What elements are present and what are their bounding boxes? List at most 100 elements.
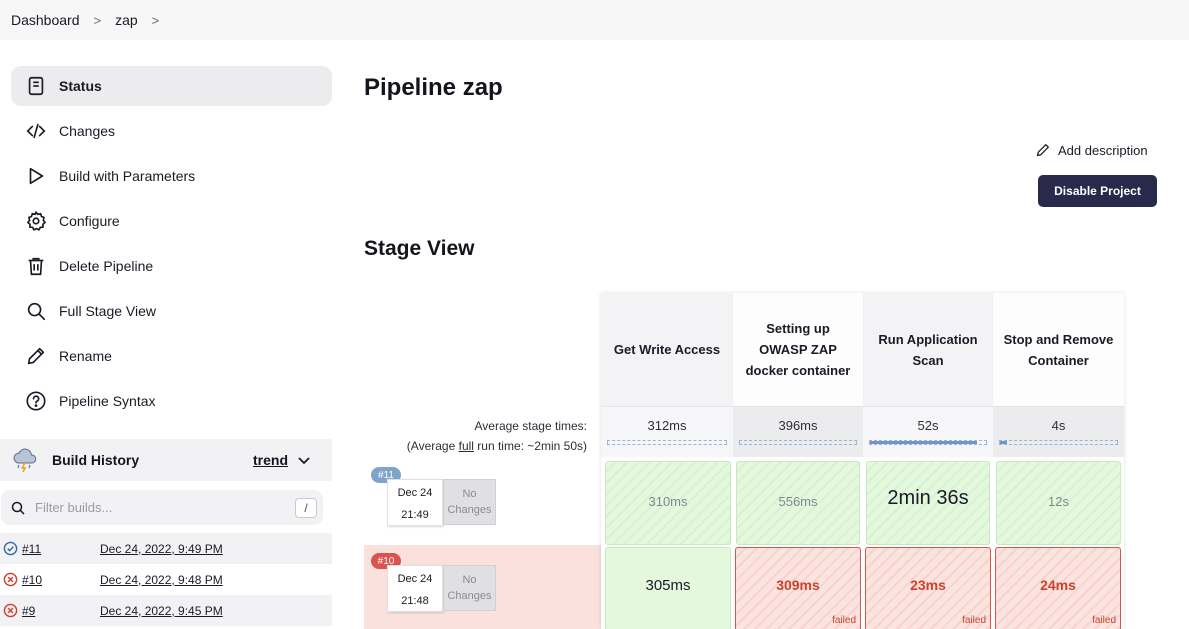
run-date: Dec 24: [397, 573, 433, 585]
help-icon: [24, 389, 48, 413]
failed-x-icon: [3, 572, 18, 587]
run-date-box: Dec 24 21:49: [387, 479, 443, 526]
stage-average-bar-fill: [1000, 441, 1008, 444]
stage-average-bar-fill: [870, 441, 977, 444]
build-row[interactable]: #9 Dec 24, 2022, 9:45 PM: [0, 595, 332, 626]
breadcrumb-dashboard[interactable]: Dashboard: [11, 12, 80, 28]
stage-header: Stop and Remove Container: [993, 293, 1124, 406]
build-date-link[interactable]: Dec 24, 2022, 9:45 PM: [100, 604, 223, 618]
sidebar-item-pipeline-syntax[interactable]: Pipeline Syntax: [11, 381, 332, 421]
sidebar-item-status[interactable]: Status: [11, 66, 332, 106]
run-date-box: Dec 24 21:48: [387, 565, 443, 612]
document-icon: [24, 74, 48, 98]
build-history-title: Build History: [52, 452, 140, 468]
build-number-link[interactable]: #9: [22, 604, 35, 618]
stage-header: Get Write Access: [601, 293, 733, 406]
run-row-info[interactable]: #11 Dec 24 21:49 No Changes: [364, 459, 601, 543]
weather-cloud-icon: [13, 448, 37, 473]
page-title: Pipeline zap: [364, 74, 503, 101]
keyboard-shortcut-hint: /: [295, 498, 317, 518]
stage-average: 52s: [863, 406, 993, 457]
failed-label: failed: [832, 615, 856, 626]
stage-cell[interactable]: 556ms: [736, 461, 860, 545]
stage-average: 396ms: [733, 406, 863, 457]
sidebar-item-delete-pipeline[interactable]: Delete Pipeline: [11, 246, 332, 286]
sidebar-item-label: Pipeline Syntax: [59, 393, 156, 409]
build-number-link[interactable]: #11: [22, 542, 41, 556]
stage-header: Run Application Scan: [863, 293, 993, 406]
stage-cell-time: 12s: [1048, 494, 1069, 509]
stage-cell[interactable]: 310ms: [605, 461, 731, 545]
gear-icon: [24, 209, 48, 233]
stage-cell[interactable]: 2min 36s: [866, 461, 990, 545]
sidebar: Status Changes Build with Parameters Con…: [0, 40, 345, 629]
build-date-link[interactable]: Dec 24, 2022, 9:49 PM: [100, 542, 223, 556]
stage-cell[interactable]: 24ms failed: [995, 547, 1121, 629]
pencil-icon: [24, 344, 48, 368]
pencil-icon: [1036, 144, 1049, 157]
stage-average-time: 312ms: [647, 418, 687, 433]
breadcrumb: Dashboard > zap >: [0, 0, 1189, 40]
stage-cell-time: 23ms: [910, 577, 946, 593]
stage-cell-time: 305ms: [645, 577, 691, 594]
stage-average-time: 4s: [1051, 418, 1066, 433]
sidebar-item-label: Changes: [59, 123, 116, 139]
breadcrumb-zap[interactable]: zap: [115, 12, 138, 28]
stage-average-bar: [607, 440, 727, 445]
failed-x-icon: [3, 603, 18, 618]
stage-average: 4s: [993, 406, 1124, 457]
run-changes[interactable]: No Changes: [443, 565, 496, 611]
add-description-link[interactable]: Add description: [1035, 142, 1148, 158]
failed-label: failed: [1092, 615, 1116, 626]
average-stage-times-text: Average stage times:: [474, 419, 587, 433]
search-icon: [24, 299, 48, 323]
build-history-header: Build History trend: [0, 439, 332, 481]
build-number-link[interactable]: #10: [22, 573, 42, 587]
trend-link[interactable]: trend: [253, 452, 288, 468]
average-run-time-text: (Average full run time: ~2min 50s): [406, 439, 587, 453]
code-icon: [24, 119, 48, 143]
build-row[interactable]: #11 Dec 24, 2022, 9:49 PM: [0, 533, 332, 564]
stage-cell-time: 309ms: [776, 577, 820, 593]
play-icon: [24, 164, 48, 188]
stage-average-time: 52s: [917, 418, 939, 433]
stage-cell[interactable]: 305ms: [605, 547, 731, 629]
failed-label: failed: [962, 615, 986, 626]
sidebar-item-configure[interactable]: Configure: [11, 201, 332, 241]
stage-cell-time: 310ms: [648, 494, 688, 509]
run-row-info[interactable]: #10 Dec 24 21:48 No Changes: [364, 545, 601, 629]
run-date: Dec 24: [397, 487, 433, 499]
sidebar-item-build-with-parameters[interactable]: Build with Parameters: [11, 156, 332, 196]
sidebar-item-changes[interactable]: Changes: [11, 111, 332, 151]
sidebar-item-label: Rename: [59, 348, 112, 364]
sidebar-item-full-stage-view[interactable]: Full Stage View: [11, 291, 332, 331]
stage-average-bar: [739, 440, 857, 445]
stage-cell-time: 2min 36s: [887, 487, 969, 509]
sidebar-item-label: Status: [59, 78, 102, 94]
stage-average-bar: [999, 440, 1118, 445]
chevron-down-icon[interactable]: [297, 453, 311, 467]
stage-cell[interactable]: 23ms failed: [865, 547, 991, 629]
search-icon: [11, 501, 25, 515]
stage-header: Setting up OWASP ZAP docker container: [733, 293, 863, 406]
stage-cell[interactable]: 309ms failed: [735, 547, 861, 629]
stage-average-bar: [869, 440, 987, 445]
stage-average: 312ms: [601, 406, 733, 457]
full-run-link[interactable]: full: [459, 439, 474, 453]
stage-cell-time: 24ms: [1040, 577, 1076, 593]
stage-cell[interactable]: 12s: [996, 461, 1121, 545]
breadcrumb-separator: >: [93, 12, 102, 28]
trash-icon: [24, 254, 48, 278]
filter-builds-input[interactable]: [35, 500, 275, 515]
run-changes[interactable]: No Changes: [443, 479, 496, 525]
breadcrumb-separator[interactable]: >: [152, 13, 160, 28]
stage-average-time: 396ms: [778, 418, 818, 433]
sidebar-item-label: Build with Parameters: [59, 168, 196, 184]
success-check-icon: [3, 541, 18, 556]
run-time: 21:48: [401, 595, 429, 607]
build-row[interactable]: #10 Dec 24, 2022, 9:48 PM: [0, 564, 332, 595]
build-date-link[interactable]: Dec 24, 2022, 9:48 PM: [100, 573, 223, 587]
disable-project-button[interactable]: Disable Project: [1038, 175, 1157, 207]
sidebar-item-label: Configure: [59, 213, 120, 229]
sidebar-item-rename[interactable]: Rename: [11, 336, 332, 376]
